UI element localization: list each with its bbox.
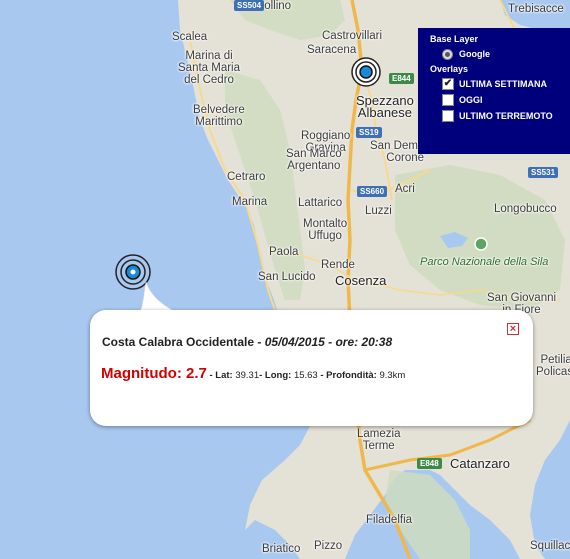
base-layer-option-google[interactable]: Google — [430, 46, 570, 62]
label-marina-santa-maria: Marina di Santa Maria del Cedro — [178, 50, 240, 86]
label-montalto-uffugo: Montalto Uffugo — [303, 218, 347, 242]
label-acri: Acri — [395, 183, 415, 195]
label-parco-sila: Parco Nazionale della Sila — [420, 256, 549, 268]
popup-date: 05/04/2015 - ore: 20:38 — [264, 335, 393, 349]
overlay-label: OGGI — [459, 95, 483, 105]
label-saracena: Saracena — [307, 44, 357, 56]
label-marina: Marina — [232, 196, 268, 208]
label-lattarico: Lattarico — [298, 197, 343, 209]
label-belvedere-line2: Marittimo — [195, 116, 243, 128]
overlay-oggi[interactable]: OGGI — [430, 92, 570, 108]
label-spezzano-line2: Albanese — [357, 105, 413, 120]
label-petilia-line2: Policast — [536, 366, 570, 378]
recent-quake-marker[interactable] — [351, 57, 381, 87]
label-rende: Rende — [321, 259, 355, 271]
label-trebisacce: Trebisacce — [508, 3, 564, 15]
park-icon — [474, 237, 488, 251]
label-castrovillari: Castrovillari — [322, 30, 383, 42]
checkbox-icon[interactable] — [442, 94, 454, 106]
popup-location: Costa Calabra Occidentale — [102, 335, 255, 349]
label-briatico: Briatico — [262, 543, 301, 555]
overlays-title: Overlays — [430, 64, 469, 74]
popup-lat-label: - Lat: — [206, 370, 236, 381]
shield-ss504: SS504 — [234, 0, 265, 11]
popup-long-label: - Long: — [259, 370, 294, 381]
shield-e848: E848 — [417, 458, 442, 469]
overlay-ultimo-terremoto[interactable]: ULTIMO TERREMOTO — [430, 108, 570, 124]
label-filadelfia: Filadelfia — [366, 514, 413, 526]
label-san-marco-argentano: San Marco Argentano — [286, 148, 342, 172]
label-petilia-policastro: Petilia Policast — [536, 354, 570, 378]
base-layer-title: Base Layer — [430, 34, 479, 44]
label-longobucco: Longobucco — [494, 203, 557, 215]
overlay-label: ULTIMA SETTIMANA — [459, 79, 547, 89]
label-san-marco-line1: San Marco — [286, 148, 342, 160]
base-layer-option-label: Google — [459, 49, 490, 59]
shield-ss660: SS660 — [357, 186, 388, 197]
earthquake-info-popup: × Costa Calabra Occidentale - 05/04/2015… — [90, 310, 533, 426]
popup-depth-label: - Profondità: — [317, 370, 380, 381]
label-cosenza: Cosenza — [335, 273, 387, 288]
label-montalto-line1: Montalto — [303, 218, 348, 230]
label-cetraro: Cetraro — [227, 171, 266, 183]
popup-magnitude: Magnitudo: 2.7 — [101, 365, 207, 382]
shield-ss19: SS19 — [356, 127, 382, 138]
label-belvedere-marittimo: Belvedere Marittimo — [193, 104, 245, 128]
label-squillace: Squillace — [530, 540, 570, 552]
label-belvedere-line1: Belvedere — [193, 104, 245, 116]
radio-icon[interactable] — [442, 48, 453, 60]
shield-ss531: SS531 — [528, 167, 559, 178]
label-petilia-line1: Petilia — [540, 354, 570, 366]
overlay-label: ULTIMO TERREMOTO — [459, 111, 553, 121]
label-marina-santa-maria-line1: Marina di — [185, 50, 233, 62]
label-roggiano-line1: Roggiano — [301, 130, 351, 142]
label-montalto-line2: Uffugo — [308, 230, 342, 242]
overlay-ultima-settimana[interactable]: ✔ ULTIMA SETTIMANA — [430, 76, 570, 92]
popup-long-value: 15.63 — [293, 370, 318, 381]
label-marina-santa-maria-line3: del Cedro — [184, 74, 234, 86]
popup-depth-value: 9.3km — [379, 370, 406, 381]
label-san-marco-line2: Argentano — [287, 160, 341, 172]
label-lamezia-line2: Terme — [362, 440, 395, 452]
label-catanzaro: Catanzaro — [450, 456, 510, 471]
shield-e844: E844 — [389, 73, 414, 84]
popup-details: Magnitudo: 2.7 - Lat: 39.31- Long: 15.63… — [101, 365, 405, 382]
label-paola: Paola — [269, 246, 299, 258]
popup-separator: - — [254, 335, 265, 349]
label-san-lucido: San Lucido — [258, 271, 316, 283]
layer-control: Base Layer Google Overlays ✔ ULTIMA SETT… — [418, 28, 570, 154]
popup-header: Costa Calabra Occidentale - 05/04/2015 -… — [102, 335, 392, 349]
label-spezzano-albanese: Spezzano Albanese — [356, 94, 414, 120]
label-marina-santa-maria-line2: Santa Maria — [178, 62, 241, 74]
checkbox-icon[interactable] — [442, 110, 454, 122]
label-lamezia-line1: Lamezia — [357, 428, 401, 440]
label-san-giovanni-line1: San Giovanni — [487, 292, 557, 304]
popup-lat-value: 39.31 — [235, 370, 260, 381]
label-luzzi: Luzzi — [365, 205, 392, 217]
close-icon[interactable]: × — [507, 323, 519, 335]
label-lamezia-terme: Lamezia Terme — [357, 428, 400, 452]
label-pizzo: Pizzo — [314, 540, 343, 552]
checkbox-checked-icon[interactable]: ✔ — [442, 78, 454, 90]
label-scalea: Scalea — [172, 31, 208, 43]
